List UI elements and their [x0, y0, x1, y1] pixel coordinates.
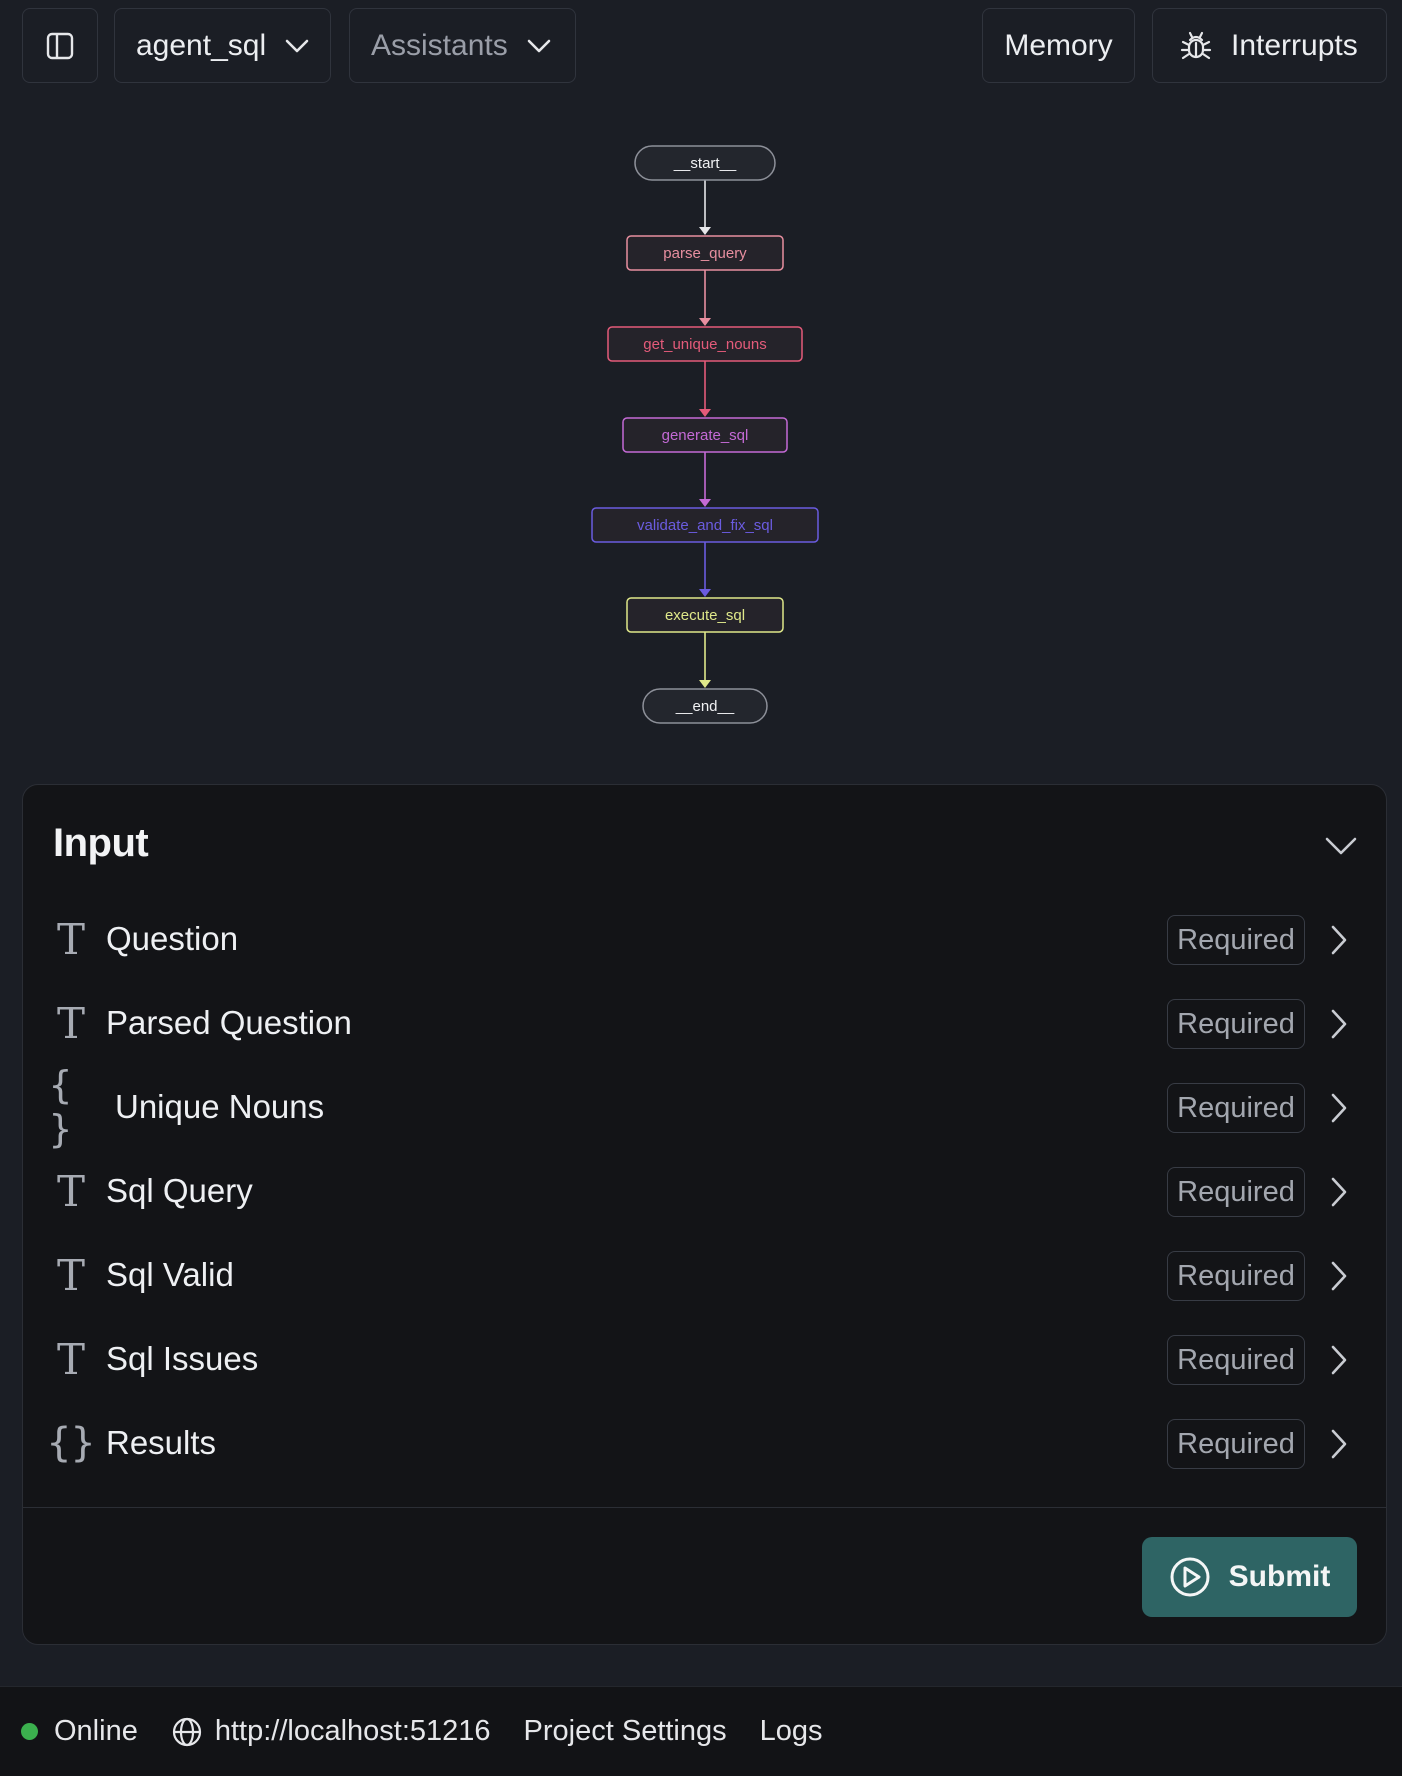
memory-label: Memory: [1004, 28, 1113, 62]
graph-edge-arrow: [699, 227, 711, 235]
graph-edge-arrow: [699, 589, 711, 597]
input-field-row[interactable]: T Sql Query Required: [49, 1161, 1369, 1221]
chevron-right-icon: [1331, 1093, 1347, 1123]
required-badge: Required: [1167, 1335, 1305, 1385]
input-panel: Input T Question Required T Parsed Question R…: [22, 784, 1387, 1645]
graph-node-execute-sql[interactable]: execute_sql: [626, 597, 784, 633]
text-type-icon: T: [56, 914, 85, 964]
graph-edge-arrow: [699, 318, 711, 326]
input-field-row[interactable]: T Parsed Question Required: [49, 993, 1369, 1053]
globe-icon: [172, 1717, 201, 1746]
chevron-right-icon: [1331, 1009, 1347, 1039]
sidebar-panel-icon: [46, 32, 74, 59]
chevron-right-icon: [1331, 1345, 1347, 1375]
text-type-icon: T: [56, 1166, 85, 1216]
required-badge: Required: [1167, 1167, 1305, 1217]
field-label: Sql Valid: [106, 1256, 234, 1293]
input-field-row[interactable]: T Question Required: [49, 909, 1369, 969]
graph-node-parse-query[interactable]: parse_query: [626, 235, 784, 271]
required-badge: Required: [1167, 1419, 1305, 1469]
chevron-right-icon: [1331, 1429, 1347, 1459]
memory-button[interactable]: Memory: [982, 8, 1135, 83]
graph-node-label: __start__: [673, 155, 737, 172]
status-text: Online: [54, 1715, 138, 1747]
required-badge: Required: [1167, 1083, 1305, 1133]
graph-node-label: generate_sql: [662, 427, 749, 444]
input-field-row[interactable]: T Sql Issues Required: [49, 1329, 1369, 1389]
text-type-icon: T: [56, 1334, 85, 1384]
server-url-link[interactable]: http://localhost:51216: [171, 1715, 491, 1748]
field-label: Sql Issues: [106, 1340, 259, 1377]
bug-icon: [1180, 31, 1212, 59]
field-label: Parsed Question: [106, 1004, 352, 1041]
graph-node-get-unique-nouns[interactable]: get_unique_nouns: [607, 326, 803, 362]
collapse-chevron-icon[interactable]: [1321, 831, 1361, 861]
graph-select-label: agent_sql: [136, 28, 267, 62]
submit-button[interactable]: Submit: [1142, 1537, 1357, 1617]
graph-edge-arrow: [699, 499, 711, 507]
graph-node-label: execute_sql: [665, 607, 745, 624]
project-settings-link[interactable]: Project Settings: [524, 1715, 727, 1748]
input-field-row[interactable]: { } Unique Nouns Required: [49, 1063, 1369, 1151]
chevron-down-icon: [527, 39, 551, 52]
required-badge: Required: [1167, 1251, 1305, 1301]
submit-label: Submit: [1228, 1560, 1331, 1593]
chevron-right-icon: [1331, 1177, 1347, 1207]
status-footer: Online http://localhost:51216 Project Se…: [0, 1686, 1402, 1776]
input-field-row[interactable]: T Sql Valid Required: [49, 1245, 1369, 1305]
graph-node-label: get_unique_nouns: [643, 336, 766, 353]
panel-divider: [23, 1507, 1386, 1508]
braces-icon: {}: [46, 1420, 96, 1466]
graph-node-validate-and-fix-sql[interactable]: validate_and_fix_sql: [591, 507, 819, 543]
graph-node-label: validate_and_fix_sql: [637, 517, 773, 534]
required-badge: Required: [1167, 915, 1305, 965]
assistants-select-label: Assistants: [371, 28, 508, 62]
assistants-select[interactable]: Assistants: [349, 8, 576, 83]
graph-node-start[interactable]: __start__: [634, 145, 776, 181]
chevron-right-icon: [1331, 925, 1347, 955]
graph-node-end[interactable]: __end__: [642, 688, 768, 724]
graph-node-label: parse_query: [663, 245, 747, 262]
status-dot: [21, 1723, 38, 1740]
graph-edge-arrow: [699, 409, 711, 417]
text-type-icon: T: [56, 998, 85, 1048]
graph-select[interactable]: agent_sql: [114, 8, 331, 83]
graph-node-generate-sql[interactable]: generate_sql: [622, 417, 788, 453]
chevron-down-icon: [285, 39, 309, 52]
interrupts-label: Interrupts: [1231, 28, 1358, 62]
interrupts-button[interactable]: Interrupts: [1152, 8, 1387, 83]
agent-graph[interactable]: __start__ parse_query get_unique_nounsgene…: [0, 90, 1402, 780]
braces-icon: { }: [49, 1063, 72, 1151]
text-type-icon: T: [56, 1250, 85, 1300]
required-badge: Required: [1167, 999, 1305, 1049]
graph-node-label: __end__: [675, 698, 735, 715]
input-field-row[interactable]: {} Results Required: [46, 1413, 1369, 1473]
logs-link[interactable]: Logs: [760, 1715, 823, 1748]
field-label: Unique Nouns: [115, 1088, 325, 1125]
chevron-right-icon: [1331, 1261, 1347, 1291]
graph-edge-arrow: [699, 680, 711, 688]
field-label: Results: [106, 1424, 217, 1461]
toggle-sidebar-button[interactable]: [22, 8, 98, 83]
top-toolbar: agent_sql Assistants Memory Interrupts: [0, 0, 1402, 90]
input-panel-title: Input: [53, 821, 149, 865]
field-label: Question: [106, 920, 239, 957]
server-url: http://localhost:51216: [214, 1715, 491, 1747]
play-circle-icon: [1170, 1557, 1210, 1597]
field-label: Sql Query: [106, 1172, 253, 1209]
